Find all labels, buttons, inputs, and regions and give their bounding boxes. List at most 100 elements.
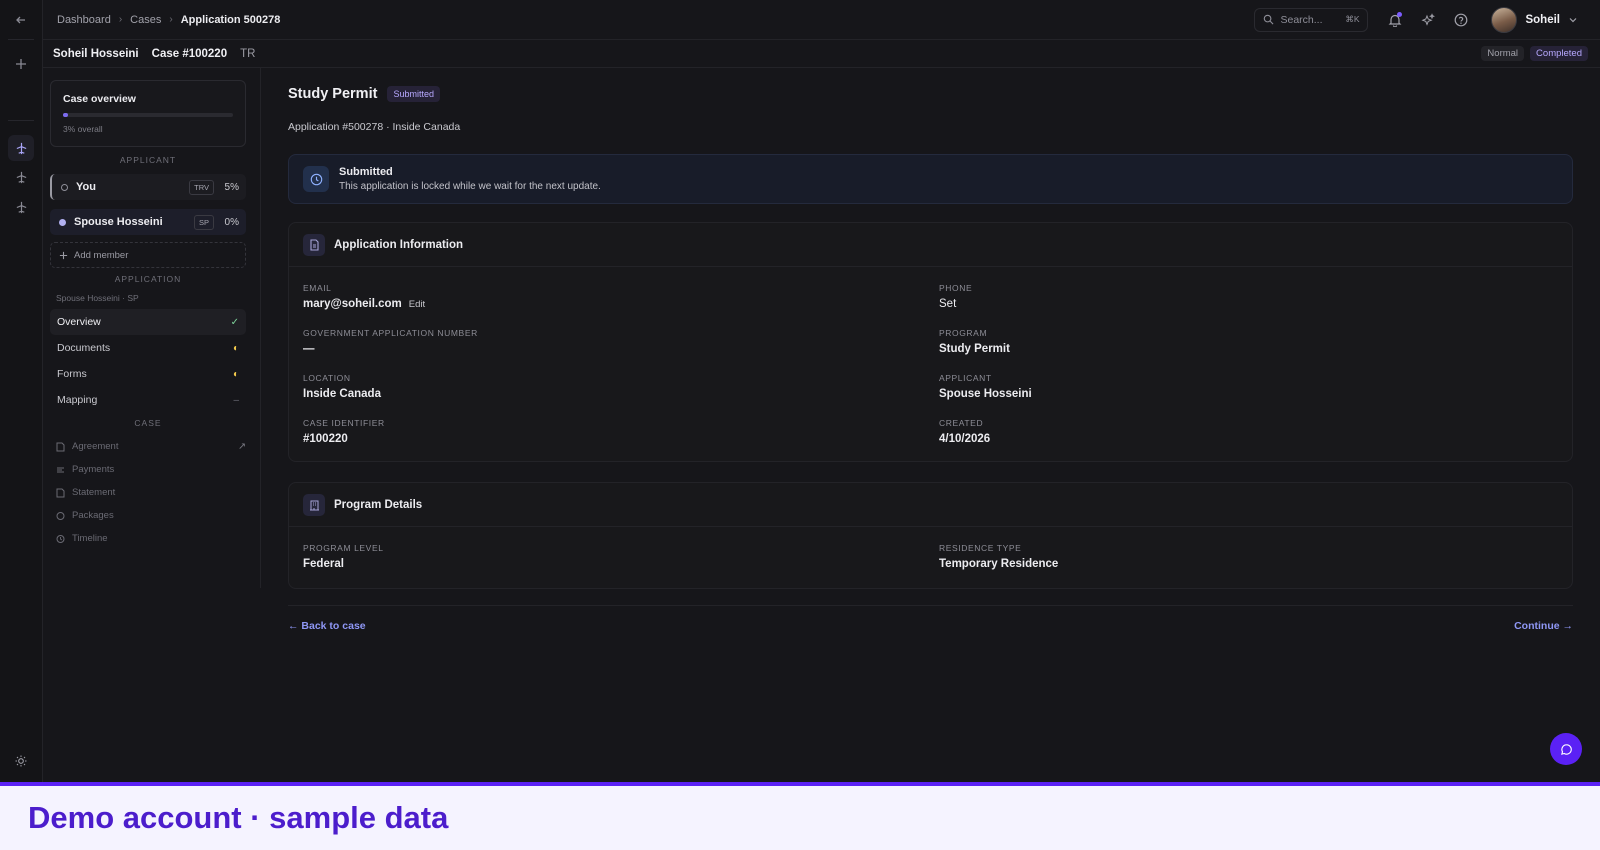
package-icon: [56, 511, 65, 520]
sparkle-icon[interactable]: [1415, 7, 1441, 33]
case-sidebar: Case overview 3% overall APPLICANT You T…: [43, 68, 261, 588]
overview-progress-label: 3% overall: [63, 124, 103, 134]
plane-icon[interactable]: [8, 135, 34, 161]
app-rail: [0, 0, 43, 782]
field-label: RESIDENCE TYPE: [939, 543, 1022, 553]
half-circle-icon: ◐: [232, 368, 239, 380]
dash-status: –: [233, 394, 239, 406]
case-item-label: Packages: [72, 510, 114, 521]
phone-set-button[interactable]: Set: [939, 298, 972, 310]
field-label: EMAIL: [303, 283, 332, 293]
case-item-statement[interactable]: Statement: [56, 487, 246, 498]
applicant-field: APPLICANT Spouse Hosseini: [939, 373, 1032, 400]
search-placeholder: Search...: [1280, 13, 1323, 26]
program-level-value: Federal: [303, 558, 344, 570]
case-item-packages[interactable]: Packages: [56, 510, 246, 521]
field-label: GOVERNMENT APPLICATION NUMBER: [303, 328, 478, 338]
overview-progress-bar: [63, 113, 233, 117]
location-value: Inside Canada: [303, 388, 381, 400]
case-item-label: Statement: [72, 487, 116, 498]
rail-divider: [8, 120, 34, 121]
breadcrumb-dashboard[interactable]: Dashboard: [57, 14, 111, 26]
location-field: LOCATION Inside Canada: [303, 373, 381, 400]
member-spouse[interactable]: Spouse Hosseini SP 0%: [50, 209, 246, 235]
top-bar: Dashboard › Cases › Application 500278 S…: [43, 0, 1600, 40]
plane-icon[interactable]: [8, 194, 34, 220]
field-label: CREATED: [939, 418, 984, 428]
phone-field: PHONE Set: [939, 283, 972, 310]
case-client-name: Soheil Hosseini: [53, 47, 139, 60]
member-status-dot: [61, 183, 68, 191]
search-input[interactable]: Search... ⌘K: [1254, 7, 1369, 32]
breadcrumb: Dashboard › Cases › Application 500278: [57, 14, 280, 26]
created-value: 4/10/2026: [939, 433, 991, 445]
lines-icon: [57, 467, 64, 472]
created-field: CREATED 4/10/2026: [939, 418, 990, 445]
program-details-card: Program Details PROGRAM LEVEL Federal RE…: [288, 482, 1573, 589]
plus-icon: [59, 251, 68, 259]
case-section-label: CASE: [134, 418, 162, 428]
add-member-button[interactable]: Add member: [50, 242, 246, 268]
case-identifier-field: CASE IDENTIFIER #100220: [303, 418, 385, 445]
nav-mapping[interactable]: Mapping –: [50, 387, 246, 413]
chat-button[interactable]: [1550, 733, 1582, 765]
file-icon: [56, 488, 65, 497]
gov-number-field: GOVERNMENT APPLICATION NUMBER —: [303, 328, 478, 355]
card-title: Program Details: [334, 498, 423, 511]
field-label: PROGRAM LEVEL: [303, 543, 384, 553]
user-menu[interactable]: Soheil: [1491, 6, 1578, 33]
application-info-card: Application Information EMAIL mary@sohei…: [288, 222, 1573, 462]
nav-forms[interactable]: Forms ◐: [50, 361, 246, 387]
applicant-value: Spouse Hosseini: [939, 388, 1032, 400]
status-badge: Completed: [1530, 46, 1588, 61]
member-you[interactable]: You TRV 5%: [50, 174, 246, 200]
member-status-dot: [59, 218, 66, 226]
back-arrow-icon[interactable]: [8, 7, 34, 33]
field-label: LOCATION: [303, 373, 351, 383]
field-label: APPLICANT: [939, 373, 992, 383]
case-item-timeline[interactable]: Timeline: [56, 533, 246, 544]
chevron-down-icon: [1569, 17, 1577, 22]
application-subtitle: Spouse Hosseini · SP: [56, 293, 139, 303]
nav-label: Documents: [57, 342, 111, 354]
rail-divider: [8, 39, 34, 40]
alert-body: This application is locked while we wait…: [339, 181, 601, 192]
edit-email-button[interactable]: Edit: [409, 299, 425, 310]
alert-title: Submitted: [339, 166, 393, 178]
residence-type-value: Temporary Residence: [939, 558, 1059, 570]
overview-progress-fill: [63, 113, 69, 117]
applicant-section-label: APPLICANT: [119, 155, 177, 165]
chevron-right-icon: ›: [118, 14, 123, 25]
nav-overview[interactable]: Overview ✓: [50, 309, 246, 335]
case-overview-title: Case overview: [63, 93, 136, 105]
application-meta: Application #500278 · Inside Canada: [288, 121, 461, 133]
continue-link[interactable]: Continue →: [1514, 620, 1573, 632]
check-icon: ✓: [230, 316, 239, 328]
case-code: TR: [240, 47, 256, 60]
case-item-label: Payments: [72, 464, 115, 475]
nav-documents[interactable]: Documents ◐: [50, 335, 246, 361]
case-item-agreement[interactable]: Agreement ↗: [56, 441, 246, 452]
member-percent: 5%: [224, 181, 239, 193]
program-field: PROGRAM Study Permit: [939, 328, 1010, 355]
theme-toggle-icon[interactable]: [15, 755, 27, 767]
email-value: mary@soheil.com: [303, 298, 402, 310]
member-name: You: [76, 181, 96, 193]
back-to-case-link[interactable]: ← Back to case: [288, 620, 366, 632]
application-section-label: APPLICATION: [114, 274, 182, 284]
file-icon: [56, 442, 65, 451]
submitted-alert: Submitted This application is locked whi…: [288, 154, 1573, 204]
page-title: Study Permit: [288, 86, 378, 102]
plus-icon[interactable]: [8, 51, 34, 77]
member-percent: 0%: [224, 216, 239, 228]
bell-icon[interactable]: [1382, 7, 1408, 33]
program-value: Study Permit: [939, 343, 1010, 355]
case-item-payments[interactable]: Payments: [56, 464, 246, 475]
case-overview-card[interactable]: Case overview 3% overall: [50, 80, 246, 147]
building-icon: [303, 493, 325, 516]
plane-icon[interactable]: [8, 164, 34, 190]
email-field: EMAIL mary@soheil.com Edit: [303, 283, 425, 310]
breadcrumb-cases[interactable]: Cases: [130, 14, 161, 26]
submitted-status-pill: Submitted: [387, 86, 440, 102]
help-icon[interactable]: [1448, 7, 1474, 33]
